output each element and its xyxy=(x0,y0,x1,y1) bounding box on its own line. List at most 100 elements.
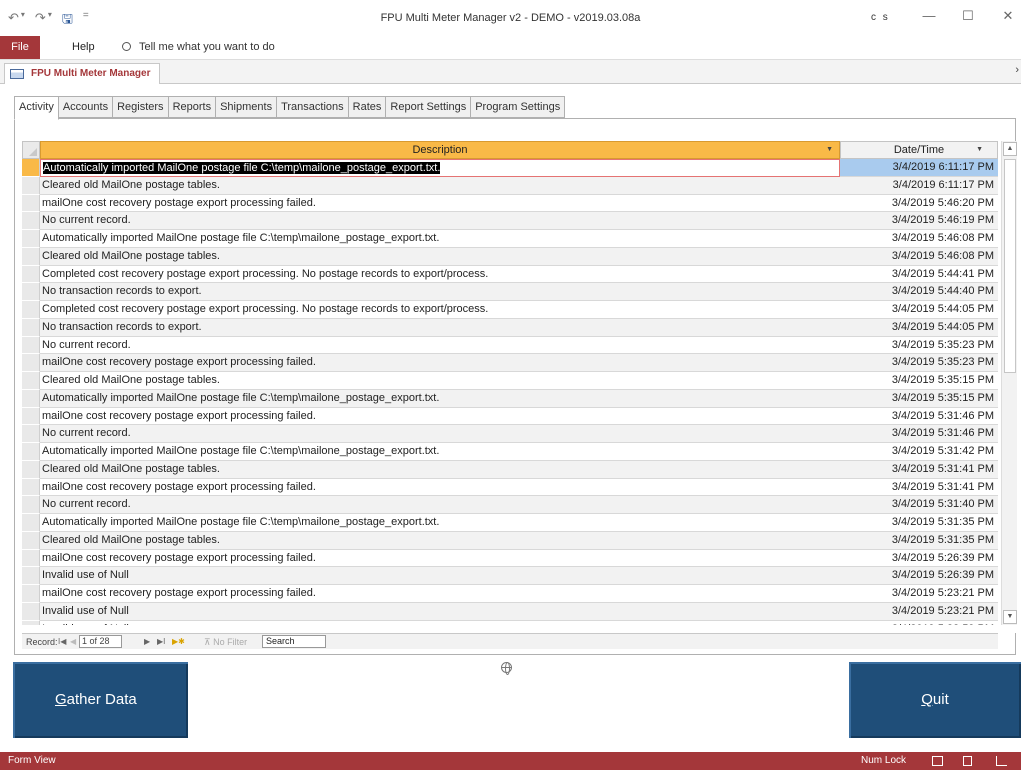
description-cell[interactable]: Automatically imported MailOne postage f… xyxy=(40,159,840,177)
new-record-icon[interactable]: ▶✱ xyxy=(172,635,185,649)
record-selector[interactable] xyxy=(22,194,40,213)
vertical-scrollbar[interactable]: ▲ ▼ xyxy=(1001,141,1017,625)
record-selector[interactable] xyxy=(22,531,40,550)
table-row[interactable]: Cleared old MailOne postage tables. 3/4/2… xyxy=(22,372,998,390)
datetime-cell[interactable]: 3/4/2019 5:23:21 PM xyxy=(840,585,998,603)
description-cell[interactable]: No current record. xyxy=(40,425,840,443)
record-selector[interactable] xyxy=(22,425,40,443)
table-row[interactable]: No transaction records to export. 3/4/201… xyxy=(22,318,998,337)
tab-shipments[interactable]: Shipments xyxy=(216,96,278,118)
description-cell[interactable]: Automatically imported MailOne postage f… xyxy=(40,230,840,248)
datetime-cell[interactable]: 3/4/2019 5:44:05 PM xyxy=(840,301,998,319)
description-cell[interactable]: Cleared old MailOne postage tables. xyxy=(40,372,840,390)
scroll-up-icon[interactable]: ▲ xyxy=(1003,142,1017,156)
record-selector[interactable] xyxy=(22,159,40,177)
description-cell[interactable]: Automatically imported MailOne postage f… xyxy=(40,514,840,532)
record-selector[interactable] xyxy=(22,265,40,284)
description-cell[interactable]: Cleared old MailOne postage tables. xyxy=(40,176,840,195)
record-selector[interactable] xyxy=(22,567,40,585)
datetime-cell[interactable]: 3/4/2019 5:22:59 PM xyxy=(840,621,998,626)
description-cell[interactable]: Automatically imported MailOne postage f… xyxy=(40,443,840,461)
tab-report-settings[interactable]: Report Settings xyxy=(386,96,472,118)
record-selector[interactable] xyxy=(22,496,40,514)
description-cell[interactable]: No current record. xyxy=(40,496,840,514)
record-selector[interactable] xyxy=(22,478,40,497)
close-button[interactable]: ✕ xyxy=(993,6,1021,26)
datetime-cell[interactable]: 3/4/2019 5:35:23 PM xyxy=(840,354,998,372)
record-selector[interactable] xyxy=(22,602,40,621)
help-menu[interactable]: Help xyxy=(72,41,95,53)
datetime-cell[interactable]: 3/4/2019 5:35:15 PM xyxy=(840,372,998,390)
description-cell[interactable]: Cleared old MailOne postage tables. xyxy=(40,247,840,266)
description-cell[interactable]: No transaction records to export. xyxy=(40,283,840,301)
description-cell[interactable]: mailOne cost recovery postage export pro… xyxy=(40,354,840,372)
column-header-description[interactable]: Description ▼ xyxy=(40,141,840,159)
table-row[interactable]: Completed cost recovery postage export p… xyxy=(22,265,998,284)
record-selector[interactable] xyxy=(22,372,40,390)
tab-scroll-right-icon[interactable]: › xyxy=(1015,64,1019,76)
maximize-button[interactable]: ☐ xyxy=(953,6,983,26)
record-selector[interactable] xyxy=(22,549,40,568)
datetime-cell[interactable]: 3/4/2019 6:11:17 PM xyxy=(840,159,998,177)
tab-reports[interactable]: Reports xyxy=(168,96,217,118)
form-view-icon[interactable] xyxy=(932,756,943,766)
table-row[interactable]: mailOne cost recovery postage export pro… xyxy=(22,194,998,213)
datetime-cell[interactable]: 3/4/2019 5:26:39 PM xyxy=(840,567,998,585)
datetime-cell[interactable]: 3/4/2019 5:46:08 PM xyxy=(840,247,998,266)
table-row[interactable]: No current record. 3/4/2019 5:31:46 PM xyxy=(22,425,998,443)
description-cell[interactable]: Cleared old MailOne postage tables. xyxy=(40,460,840,479)
table-row[interactable]: Cleared old MailOne postage tables. 3/4/2… xyxy=(22,247,998,266)
current-record-field[interactable]: 1 of 28 xyxy=(79,635,122,648)
previous-record-icon[interactable]: ◀ xyxy=(70,635,76,649)
record-selector[interactable] xyxy=(22,407,40,426)
table-row[interactable]: Automatically imported MailOne postage f… xyxy=(22,443,998,461)
table-row[interactable]: Invalid use of Null 3/4/2019 5:23:21 PM xyxy=(22,602,998,621)
description-cell[interactable]: No current record. xyxy=(40,212,840,230)
table-row[interactable]: Cleared old MailOne postage tables. 3/4/2… xyxy=(22,460,998,479)
record-selector[interactable] xyxy=(22,585,40,603)
next-record-icon[interactable]: ▶ xyxy=(144,635,150,649)
tab-registers[interactable]: Registers xyxy=(113,96,169,118)
tab-activity[interactable]: Activity xyxy=(14,96,59,120)
table-row[interactable]: mailOne cost recovery postage export pro… xyxy=(22,354,998,372)
table-row[interactable]: mailOne cost recovery postage export pro… xyxy=(22,549,998,568)
datetime-cell[interactable]: 3/4/2019 6:11:17 PM xyxy=(840,176,998,195)
table-row[interactable]: Completed cost recovery postage export p… xyxy=(22,301,998,319)
description-cell[interactable]: mailOne cost recovery postage export pro… xyxy=(40,195,840,213)
record-search-input[interactable]: Search xyxy=(262,635,326,648)
record-selector[interactable] xyxy=(22,301,40,319)
datetime-cell[interactable]: 3/4/2019 5:35:15 PM xyxy=(840,389,998,408)
table-row[interactable]: Cleared old MailOne postage tables. 3/4/2… xyxy=(22,531,998,550)
record-selector[interactable] xyxy=(22,283,40,301)
description-sort-icon[interactable]: ▼ xyxy=(826,142,833,158)
description-cell[interactable]: mailOne cost recovery postage export pro… xyxy=(40,550,840,568)
record-selector[interactable] xyxy=(22,443,40,461)
scroll-down-icon[interactable]: ▼ xyxy=(1003,610,1017,624)
record-selector[interactable] xyxy=(22,354,40,372)
datetime-cell[interactable]: 3/4/2019 5:23:21 PM xyxy=(840,602,998,621)
document-tab[interactable]: FPU Multi Meter Manager xyxy=(4,63,160,84)
description-cell[interactable]: Invalid use of Null xyxy=(40,621,840,626)
datetime-cell[interactable]: 3/4/2019 5:31:41 PM xyxy=(840,479,998,497)
record-selector[interactable] xyxy=(22,620,40,625)
description-cell[interactable]: Cleared old MailOne postage tables. xyxy=(40,531,840,550)
record-selector[interactable] xyxy=(22,176,40,195)
datetime-cell[interactable]: 3/4/2019 5:31:35 PM xyxy=(840,514,998,532)
description-cell[interactable]: Completed cost recovery postage export p… xyxy=(40,301,840,319)
customize-qat-icon[interactable]: = xyxy=(83,10,89,32)
description-cell[interactable]: No transaction records to export. xyxy=(40,318,840,337)
description-cell[interactable]: mailOne cost recovery postage export pro… xyxy=(40,408,840,426)
datetime-cell[interactable]: 3/4/2019 5:46:08 PM xyxy=(840,230,998,248)
record-selector[interactable] xyxy=(22,389,40,408)
table-row[interactable]: No transaction records to export. 3/4/201… xyxy=(22,283,998,301)
description-cell[interactable]: Automatically imported MailOne postage f… xyxy=(40,389,840,408)
table-row[interactable]: No current record. 3/4/2019 5:35:23 PM xyxy=(22,336,998,355)
table-row[interactable]: Automatically imported MailOne postage f… xyxy=(22,159,998,177)
record-selector[interactable] xyxy=(22,336,40,355)
tab-transactions[interactable]: Transactions xyxy=(277,96,349,118)
minimize-button[interactable]: — xyxy=(914,6,944,26)
tab-rates[interactable]: Rates xyxy=(348,96,387,118)
table-row[interactable]: No current record. 3/4/2019 5:46:19 PM xyxy=(22,212,998,230)
user-initials[interactable]: c s xyxy=(871,12,890,23)
last-record-icon[interactable]: ▶I xyxy=(157,635,165,649)
